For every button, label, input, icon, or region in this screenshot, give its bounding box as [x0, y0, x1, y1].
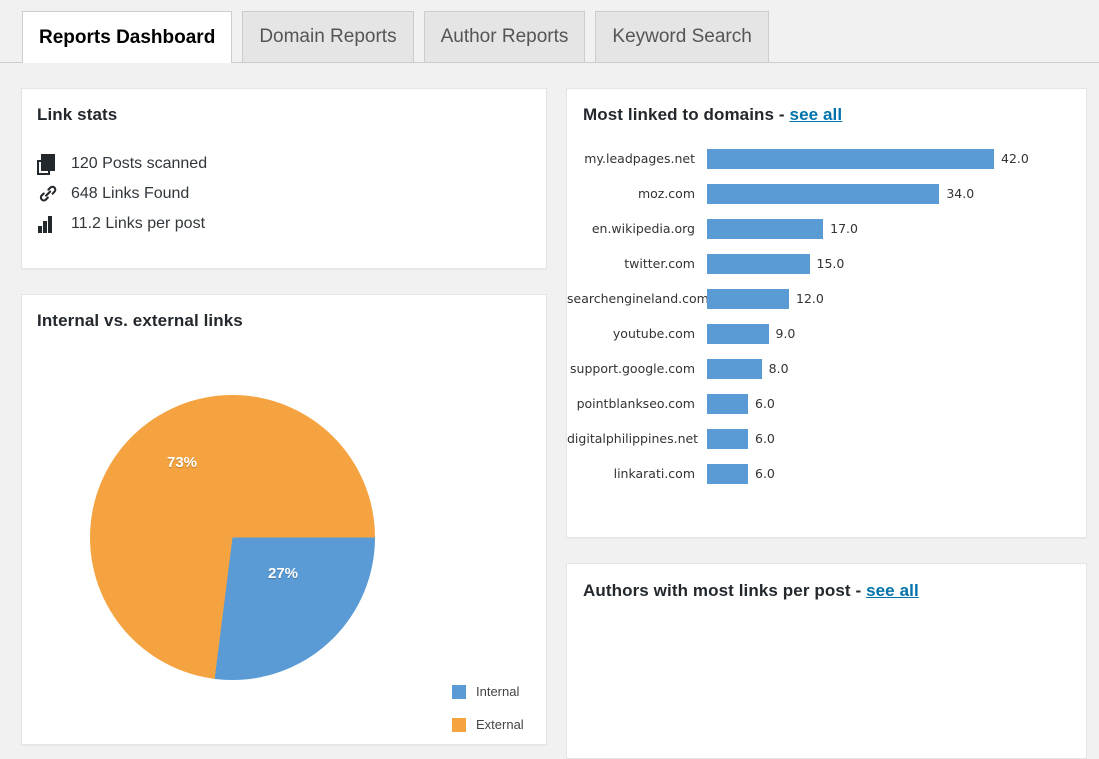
tab-bar: Reports Dashboard Domain Reports Author … — [0, 0, 1099, 63]
posts-icon — [37, 153, 63, 175]
bar-chart-icon — [37, 213, 63, 235]
domains-see-all-link[interactable]: see all — [790, 105, 843, 124]
bar-fill — [707, 323, 769, 344]
bar-value-label: 6.0 — [755, 466, 775, 481]
bar-category-label: digitalphilippines.net — [567, 431, 699, 446]
bar-row: moz.com 34.0 — [567, 176, 1088, 211]
bar-fill — [707, 148, 994, 169]
bar-row: support.google.com 8.0 — [567, 351, 1088, 386]
tab-reports-dashboard[interactable]: Reports Dashboard — [22, 11, 233, 63]
tab-domain-reports[interactable]: Domain Reports — [242, 11, 414, 62]
bar-fill — [707, 463, 748, 484]
domains-bar-chart: my.leadpages.net 42.0 moz.com 34.0 en.wikipe… — [567, 141, 1088, 491]
legend-label-external: External — [476, 717, 524, 732]
bar-category-label: pointblankseo.com — [576, 396, 695, 411]
link-icon — [37, 183, 63, 205]
bar-category-label: twitter.com — [624, 256, 695, 271]
bar-fill — [707, 428, 748, 449]
bar-row: youtube.com 9.0 — [567, 316, 1088, 351]
bar-fill — [707, 358, 762, 379]
bar-value-label: 42.0 — [1001, 151, 1029, 166]
bar-fill — [707, 393, 748, 414]
tab-label: Domain Reports — [259, 26, 397, 47]
stat-row-links-found: 648 Links Found — [37, 179, 207, 209]
bar-row: searchengineland.com 12.0 — [567, 281, 1088, 316]
bar-row: my.leadpages.net 42.0 — [567, 141, 1088, 176]
bar-row: digitalphilippines.net 6.0 — [567, 421, 1088, 456]
tab-keyword-search[interactable]: Keyword Search — [595, 11, 769, 62]
legend-item-internal: Internal — [452, 675, 524, 708]
internal-external-links-card: Internal vs. external links 73% 27% Inte… — [21, 294, 547, 745]
bar-fill — [707, 218, 824, 239]
pie-slice-label-internal: 27% — [268, 565, 299, 582]
most-linked-domains-card: Most linked to domains - see all my.lead… — [566, 88, 1087, 538]
bar-value-label: 9.0 — [775, 326, 796, 341]
legend-label-internal: Internal — [476, 684, 520, 699]
tab-author-reports[interactable]: Author Reports — [423, 11, 586, 62]
bar-row: linkarati.com 6.0 — [567, 456, 1088, 491]
bar-category-label: en.wikipedia.org — [591, 221, 695, 236]
bar-row: en.wikipedia.org 17.0 — [567, 211, 1088, 246]
link-stats-title: Link stats — [37, 105, 118, 124]
bar-fill — [707, 183, 940, 204]
stat-text-posts-scanned: 120 Posts scanned — [71, 155, 208, 172]
stat-row-posts-scanned: 120 Posts scanned — [37, 149, 207, 179]
bar-row: twitter.com 15.0 — [567, 246, 1088, 281]
pie-legend: Internal External — [452, 675, 524, 741]
bar-value-label: 12.0 — [796, 291, 824, 306]
tab-label: Keyword Search — [612, 26, 752, 47]
bar-value-label: 15.0 — [816, 256, 845, 271]
link-stats-card: Link stats 120 Posts scanned 648 Links F… — [21, 88, 547, 269]
bar-category-label: moz.com — [637, 186, 695, 201]
pie-slice-label-external: 73% — [167, 454, 198, 471]
bar-category-label: youtube.com — [612, 326, 695, 341]
bar-value-label: 6.0 — [755, 396, 775, 411]
domains-card-title: Most linked to domains - see all — [583, 105, 842, 125]
authors-card-title-text: Authors with most links per post - — [583, 581, 867, 600]
tab-label: Author Reports — [440, 26, 569, 47]
authors-most-links-card: Authors with most links per post - see a… — [566, 563, 1087, 759]
legend-swatch-internal — [452, 684, 466, 699]
bar-category-label: my.leadpages.net — [584, 151, 695, 166]
legend-swatch-external — [452, 717, 466, 732]
bar-row: pointblankseo.com 6.0 — [567, 386, 1088, 421]
bar-category-label: support.google.com — [570, 361, 695, 376]
bar-value-label: 34.0 — [946, 186, 975, 201]
authors-card-title: Authors with most links per post - see a… — [583, 581, 919, 601]
bar-fill — [707, 253, 810, 274]
stat-row-links-per-post: 11.2 Links per post — [37, 209, 207, 239]
stat-text-links-per-post: 11.2 Links per post — [71, 215, 206, 232]
pie-card-title: Internal vs. external links — [37, 311, 243, 330]
link-stats-list: 120 Posts scanned 648 Links Found 11.2 L… — [37, 149, 207, 239]
bar-value-label: 17.0 — [830, 221, 858, 236]
stat-text-links-found: 648 Links Found — [71, 185, 190, 202]
domains-card-title-text: Most linked to domains - — [583, 105, 790, 124]
pie-chart — [90, 395, 375, 680]
bar-value-label: 8.0 — [768, 361, 789, 376]
bar-category-label: linkarati.com — [613, 466, 695, 481]
legend-item-external: External — [452, 708, 524, 741]
tab-label: Reports Dashboard — [39, 26, 216, 48]
bar-fill — [707, 288, 789, 309]
bar-value-label: 6.0 — [755, 431, 775, 446]
authors-see-all-link[interactable]: see all — [866, 581, 919, 600]
bar-category-label: searchengineland.com — [567, 291, 709, 306]
